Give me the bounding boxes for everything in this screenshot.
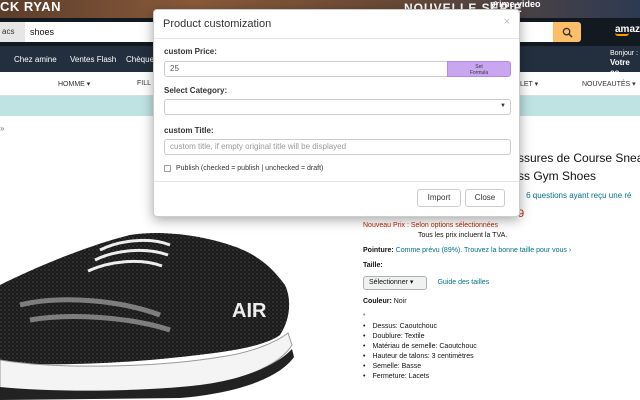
publish-checkbox[interactable]	[164, 165, 171, 172]
new-price-label: Nouveau Prix :	[363, 222, 409, 229]
new-price-row: Nouveau Prix : Selon options sélectionné…	[363, 222, 498, 229]
publish-row: Publish (checked = publish | unchecked =…	[164, 165, 323, 172]
product-image[interactable]: AIR	[0, 225, 300, 400]
new-price-value: Selon options sélectionnées	[410, 222, 499, 229]
color-row: Couleur: Noir	[363, 298, 407, 305]
banner-brand: prime video	[490, 0, 541, 9]
close-button[interactable]: Close	[465, 189, 505, 207]
modal-footer-divider	[154, 181, 519, 182]
amazon-logo[interactable]: amazon	[615, 24, 640, 36]
subnav-item-cheque[interactable]: Chèque	[126, 55, 154, 64]
set-formula-label-2: Formula	[469, 70, 489, 76]
rating-line: |6 questions ayant reçu une ré	[518, 191, 631, 200]
size-select[interactable]: Sélectionner ▾	[363, 275, 427, 290]
import-button[interactable]: Import	[417, 189, 461, 207]
tva-note: Tous les prix incluent la TVA.	[418, 232, 508, 239]
product-title-line2: ss Gym Shoes	[518, 169, 597, 183]
close-icon[interactable]: ×	[504, 16, 510, 28]
category-homme[interactable]: HOMME ▾	[58, 80, 90, 88]
list-item: Doublure: Textile	[363, 332, 477, 342]
custom-price-input[interactable]: 25	[164, 61, 448, 77]
list-item: Fermeture: Lacets	[363, 372, 477, 382]
size-row: Sélectionner ▾ Guide des tailles	[363, 274, 489, 292]
size-label-text: Taille:	[363, 262, 383, 269]
custom-title-input[interactable]: custom title, if empty original title wi…	[164, 139, 511, 155]
department-select[interactable]: acs	[0, 22, 25, 42]
breadcrumb-arrow[interactable]: »	[0, 124, 4, 133]
list-item: Semelle: Basse	[363, 362, 477, 372]
list-item: Matériau de semelle: Caoutchouc	[363, 342, 476, 352]
custom-title-label: custom Title:	[164, 126, 214, 135]
size-guide-link[interactable]: Guide des tailles	[437, 279, 489, 286]
category-lets[interactable]: LET ▾	[520, 80, 538, 88]
bullet-divider: •	[363, 312, 366, 319]
account-greeting: Bonjour :	[610, 50, 639, 57]
chevron-down-icon: ▾	[409, 278, 414, 286]
page-root: CK RYAN NOUVELLE SÉRIE prime video acs s…	[0, 0, 640, 400]
set-formula-button[interactable]: Set Formula	[447, 61, 511, 77]
category-fille[interactable]: FILL	[137, 80, 151, 87]
size-select-value: Sélectionner	[369, 278, 408, 286]
subnav-item-ventes-flash[interactable]: Ventes Flash	[70, 55, 116, 64]
search-button[interactable]	[553, 22, 581, 42]
modal-title: Product customization	[163, 18, 272, 30]
feature-bullets: Dessus: Caoutchouc Doublure: Textile Mat…	[363, 322, 477, 382]
banner-title: CK RYAN	[0, 0, 62, 14]
product-title-line1: ssures de Course Sneak	[518, 151, 640, 165]
subnav-item-chez-amine[interactable]: Chez amine	[14, 55, 57, 64]
publish-label: Publish (checked = publish | unchecked =…	[176, 165, 324, 172]
select-category-label: Select Category:	[164, 86, 228, 95]
fit-label: Pointure:	[363, 247, 394, 254]
logo-text: amazon	[615, 24, 640, 35]
color-value: Noir	[393, 298, 407, 305]
category-nouveautes[interactable]: NOUVEAUTÉS ▾	[582, 80, 636, 88]
fit-link[interactable]: Comme prévu (89%). Trouvez la bonne tail…	[396, 247, 571, 254]
product-title: ssures de Course Sneak ss Gym Shoes	[518, 149, 640, 185]
color-label: Couleur:	[363, 298, 392, 305]
size-label: Taille:	[363, 262, 383, 269]
list-item: Dessus: Caoutchouc	[363, 322, 477, 332]
custom-price-label: custom Price:	[164, 47, 217, 56]
search-icon	[562, 27, 573, 38]
list-item: Hauteur de talons: 3 centimètres	[363, 352, 477, 362]
product-customization-modal: Product customization × custom Price: 25…	[153, 9, 520, 217]
questions-link[interactable]: 6 questions ayant reçu une ré	[526, 191, 631, 200]
modal-header: Product customization ×	[154, 10, 519, 39]
category-select[interactable]: ▼	[164, 99, 511, 115]
chevron-down-icon: ▼	[500, 103, 506, 109]
shoe-print-text: AIR	[232, 300, 267, 322]
fit-row: Pointure: Comme prévu (89%). Trouvez la …	[363, 247, 571, 254]
